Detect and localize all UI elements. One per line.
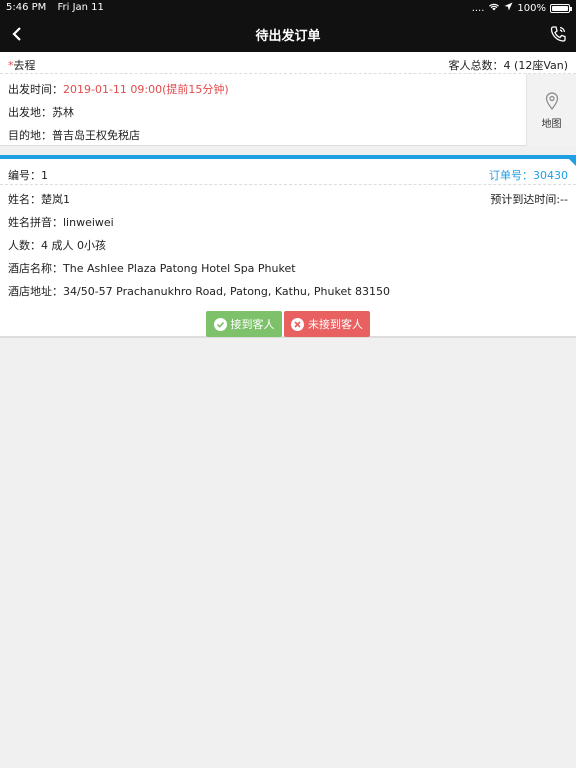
page-title: 待出发订单 xyxy=(255,29,321,44)
origin-row: 出发地：苏林 xyxy=(8,104,74,120)
depart-time-row: 出发时间：2019-01-11 09:00(提前15分钟) xyxy=(8,81,229,97)
picked-up-label: 接到客人 xyxy=(230,318,275,331)
origin-value: 苏林 xyxy=(52,106,74,119)
check-icon xyxy=(213,317,227,331)
map-button[interactable]: 地图 xyxy=(526,74,576,146)
close-icon xyxy=(291,317,304,331)
not-picked-up-label: 未接到客人 xyxy=(308,318,363,331)
trip-card: *去程 客人总数：4 (12座Van) 出发时间：2019-01-11 09:0… xyxy=(0,52,576,146)
trip-direction-label: 去程 xyxy=(13,59,36,72)
depart-time-value: 2019-01-11 09:00(提前15分钟) xyxy=(63,83,229,96)
destination-value: 普吉岛王权免税店 xyxy=(52,129,140,142)
guest-name-row: 姓名：楚岚1 xyxy=(8,191,70,207)
eta-value: -- xyxy=(560,193,568,206)
pinyin-label: 姓名拼音： xyxy=(8,216,63,229)
eta: 预计到达时间:-- xyxy=(490,191,568,207)
trip-header: *去程 客人总数：4 (12座Van) xyxy=(0,52,576,74)
battery-percent: 100% xyxy=(517,2,546,14)
people-label: 人数： xyxy=(8,239,41,252)
location-arrow-icon xyxy=(504,2,513,14)
order-index: 编号：1 xyxy=(8,167,48,183)
people-row: 人数：4 成人 0小孩 xyxy=(8,237,106,253)
trip-direction: *去程 xyxy=(8,57,36,73)
battery-fill xyxy=(552,5,568,11)
guest-total-label: 客人总数： xyxy=(448,59,504,72)
picked-up-button[interactable]: 接到客人 xyxy=(206,311,282,337)
call-button[interactable] xyxy=(548,24,568,44)
order-card: 编号：1 订单号：30430 姓名：楚岚1 预计到达时间:-- 姓名拼音：lin… xyxy=(0,155,576,338)
map-label: 地图 xyxy=(541,119,562,130)
depart-time-label: 出发时间： xyxy=(8,83,63,96)
nav-bar: 待出发订单 xyxy=(0,16,576,52)
hotel-label: 酒店名称： xyxy=(8,262,63,275)
map-pin-icon xyxy=(545,92,558,110)
address-value: 34/50-57 Prachanukhro Road, Patong, Kath… xyxy=(63,285,391,298)
order-number-label: 订单号： xyxy=(489,169,533,182)
order-header: 编号：1 订单号：30430 xyxy=(0,159,576,185)
order-index-value: 1 xyxy=(41,169,48,182)
people-value: 4 成人 0小孩 xyxy=(41,239,106,252)
guest-name-label: 姓名： xyxy=(8,193,41,206)
pinyin-row: 姓名拼音：linweiwei xyxy=(8,214,114,230)
signal-icon: .... xyxy=(471,2,485,14)
address-label: 酒店地址： xyxy=(8,285,63,298)
hotel-value: The Ashlee Plaza Patong Hotel Spa Phuket xyxy=(63,262,296,275)
eta-label: 预计到达时间: xyxy=(490,193,561,206)
order-number: 订单号：30430 xyxy=(489,167,568,183)
order-index-label: 编号： xyxy=(8,169,41,182)
phone-icon xyxy=(550,26,566,42)
destination-label: 目的地： xyxy=(8,129,52,142)
status-bar: 5:46 PM Fri Jan 11 .... 100% xyxy=(0,0,576,16)
status-date: Fri Jan 11 xyxy=(57,2,104,13)
hotel-row: 酒店名称：The Ashlee Plaza Patong Hotel Spa P… xyxy=(8,260,296,276)
guest-total-value: 4 (12座Van) xyxy=(503,59,568,72)
not-picked-up-button[interactable]: 未接到客人 xyxy=(284,311,370,337)
pinyin-value: linweiwei xyxy=(63,216,114,229)
order-number-value: 30430 xyxy=(533,169,568,182)
wifi-icon xyxy=(488,2,500,14)
guest-total: 客人总数：4 (12座Van) xyxy=(449,57,568,73)
status-time: 5:46 PM xyxy=(6,2,47,13)
battery-icon xyxy=(550,3,572,13)
origin-label: 出发地： xyxy=(8,106,52,119)
guest-name-value: 楚岚1 xyxy=(41,193,70,206)
address-row: 酒店地址：34/50-57 Prachanukhro Road, Patong,… xyxy=(8,283,390,299)
destination-row: 目的地：普吉岛王权免税店 xyxy=(8,127,140,143)
